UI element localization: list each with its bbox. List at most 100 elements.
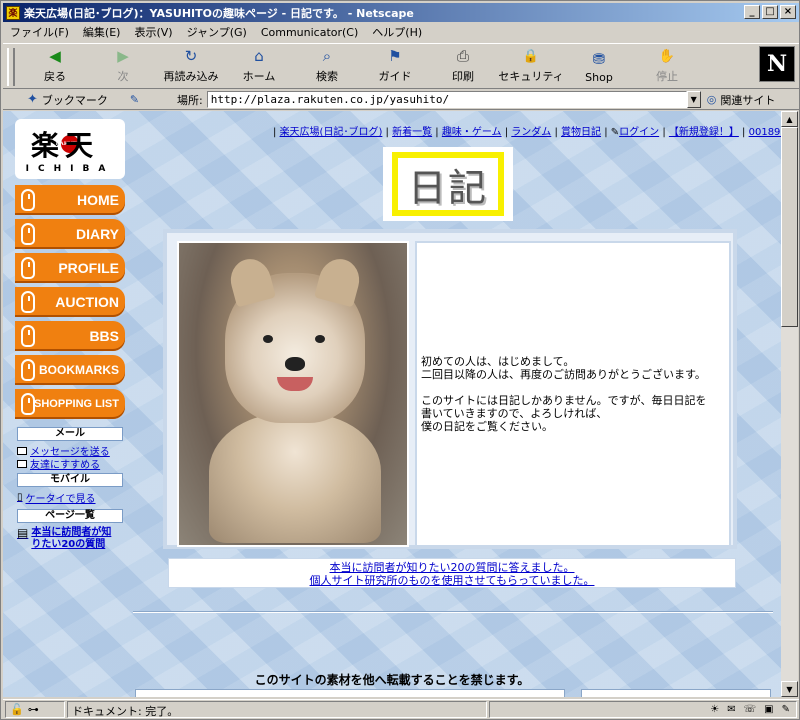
netscape-logo[interactable]: N bbox=[759, 46, 795, 82]
visitor-counter: 001893 bbox=[748, 127, 781, 138]
pages-section-heading: ページ一覧 bbox=[17, 509, 123, 523]
home-button[interactable]: ⌂ ホーム bbox=[225, 44, 293, 88]
mouse-icon bbox=[21, 189, 35, 211]
address-book-icon[interactable]: ▣ bbox=[764, 704, 773, 715]
vertical-scrollbar[interactable]: ▲ ▼ bbox=[781, 111, 798, 697]
forward-arrow-icon: ▶ bbox=[117, 47, 129, 65]
mouse-icon bbox=[21, 359, 35, 381]
intro-panel: 初めての人は、はじめまして。 二回目以降の人は、再度のご訪問ありがとうございます… bbox=[163, 229, 737, 549]
mobile-view-link[interactable]: ▯ ケータイで見る bbox=[17, 490, 96, 505]
back-button[interactable]: ◀ 戻る bbox=[21, 44, 89, 88]
url-input[interactable]: http://plaza.rakuten.co.jp/yasuhito/ bbox=[206, 91, 687, 108]
url-dropdown-button[interactable]: ▼ bbox=[686, 91, 701, 108]
nav-bbs-button[interactable]: BBS bbox=[15, 321, 125, 351]
mouse-icon bbox=[21, 257, 35, 279]
top-link-register[interactable]: 【新規登録！】 bbox=[669, 127, 739, 138]
shop-button[interactable]: ⛃ Shop bbox=[565, 44, 633, 88]
composer-icon[interactable]: ✎ bbox=[782, 704, 790, 715]
menu-view[interactable]: 表示(V) bbox=[127, 24, 179, 40]
window-title: 楽天広場(日記･ブログ)：YASUHITOの趣味ページ - 日記です。 - Ne… bbox=[24, 6, 414, 20]
divider bbox=[133, 611, 773, 613]
stop-button[interactable]: ✋ 停止 bbox=[633, 44, 701, 88]
arrow-up-icon: ▲ bbox=[786, 114, 793, 124]
location-icon: ✎ bbox=[129, 93, 140, 106]
mail-icon bbox=[17, 446, 27, 455]
mail-icon[interactable]: ✉ bbox=[727, 704, 735, 715]
mouse-icon bbox=[21, 325, 35, 347]
research-site-link[interactable]: 個人サイト研究所のものを使用させてもらっていました。 bbox=[310, 574, 595, 587]
location-label: 場所: bbox=[177, 93, 203, 107]
logo-subtext: ICHIBA bbox=[25, 164, 115, 174]
nav-profile-button[interactable]: PROFILE bbox=[15, 253, 125, 283]
recommend-friend-link[interactable]: 友達にすすめる bbox=[17, 456, 100, 471]
diary-title: 日記 bbox=[392, 152, 504, 216]
mobile-phone-icon: ▯ bbox=[17, 492, 23, 503]
maximize-button[interactable]: □ bbox=[762, 5, 778, 19]
nav-shopping-list-button[interactable]: SHOPPING LIST bbox=[15, 389, 125, 419]
mouse-icon bbox=[21, 223, 35, 245]
back-arrow-icon: ◀ bbox=[49, 47, 61, 65]
top-link-prize[interactable]: 賞物日記 bbox=[561, 127, 601, 138]
forward-button[interactable]: ▶ 次 bbox=[89, 44, 157, 88]
rakuten-logo[interactable]: 楽 RAKUTEN 天 ICHIBA bbox=[15, 119, 125, 179]
logo-kanji-right: 天 bbox=[65, 129, 110, 162]
status-text: ドキュメント: 完了。 bbox=[67, 701, 487, 718]
navigator-icon[interactable]: ☀ bbox=[710, 704, 719, 715]
guide-button[interactable]: ⚑ ガイド bbox=[361, 44, 429, 88]
page-icon: ▤ bbox=[17, 526, 29, 540]
security-button[interactable]: 🔒 セキュリティ bbox=[497, 44, 565, 88]
menu-help[interactable]: ヘルプ(H) bbox=[365, 24, 429, 40]
menu-communicator[interactable]: Communicator(C) bbox=[254, 26, 365, 39]
dog-body bbox=[209, 413, 381, 543]
top-link-plaza[interactable]: 楽天広場(日記･ブログ) bbox=[280, 127, 383, 138]
reload-button[interactable]: ↻ 再読み込み bbox=[157, 44, 225, 88]
minimize-button[interactable]: _ bbox=[744, 5, 760, 19]
diary-title-image: 日記 bbox=[383, 147, 513, 221]
component-bar: ☀ ✉ ☏ ▣ ✎ bbox=[489, 701, 797, 718]
menu-go[interactable]: ジャンプ(G) bbox=[180, 24, 254, 40]
security-icon: 🔓 bbox=[10, 703, 24, 716]
scroll-up-button[interactable]: ▲ bbox=[781, 111, 798, 127]
toolbar-grip[interactable] bbox=[7, 48, 15, 86]
search-icon: ⌕ bbox=[322, 47, 332, 65]
top-link-hobby[interactable]: 趣味・ゲーム bbox=[442, 127, 502, 138]
scroll-down-button[interactable]: ▼ bbox=[781, 681, 798, 697]
top-link-new[interactable]: 新着一覧 bbox=[392, 127, 432, 138]
menu-file[interactable]: ファイル(F) bbox=[3, 24, 76, 40]
browser-window: 楽 楽天広場(日記･ブログ)：YASUHITOの趣味ページ - 日記です。 - … bbox=[0, 0, 800, 720]
scroll-thumb[interactable] bbox=[781, 127, 798, 327]
page-viewport[interactable]: 楽 RAKUTEN 天 ICHIBA HOME DIARY PROFILE AU… bbox=[3, 111, 781, 697]
mouse-icon bbox=[21, 393, 35, 415]
bookmarks-button[interactable]: ✦ ブックマーク ✎ bbox=[27, 92, 177, 108]
bottom-panel-left bbox=[135, 689, 565, 697]
shop-icon: ⛃ bbox=[592, 50, 606, 68]
top-link-random[interactable]: ランダム bbox=[511, 127, 551, 138]
pencil-icon: ✎ bbox=[610, 127, 620, 138]
status-bar: 🔓 ⊶ ドキュメント: 完了。 ☀ ✉ ☏ ▣ ✎ bbox=[3, 699, 799, 719]
print-button[interactable]: ⎙ 印刷 bbox=[429, 44, 497, 88]
stop-icon: ✋ bbox=[658, 48, 676, 64]
connection-indicator[interactable]: 🔓 ⊶ bbox=[5, 701, 65, 718]
nav-bookmarks-button[interactable]: BOOKMARKS bbox=[15, 355, 125, 385]
top-link-login[interactable]: ログイン bbox=[619, 127, 659, 138]
twenty-questions-answer-link[interactable]: 本当に訪問者が知りたい20の質問に答えました。 bbox=[330, 561, 575, 574]
nav-home-button[interactable]: HOME bbox=[15, 185, 125, 215]
mouse-icon bbox=[21, 291, 35, 313]
bookmark-icon: ✦ bbox=[27, 92, 38, 107]
nav-auction-button[interactable]: AUCTION bbox=[15, 287, 125, 317]
twenty-questions-link[interactable]: ▤ 本当に訪問者が知 りたい20の質問 bbox=[17, 527, 111, 551]
close-button[interactable]: × bbox=[780, 5, 796, 19]
menu-bar: ファイル(F) 編集(E) 表示(V) ジャンプ(G) Communicator… bbox=[3, 23, 799, 41]
related-sites-button[interactable]: ◎ 関連サイト bbox=[707, 92, 776, 108]
nav-diary-button[interactable]: DIARY bbox=[15, 219, 125, 249]
newsgroup-icon[interactable]: ☏ bbox=[744, 704, 757, 715]
arrow-down-icon: ▼ bbox=[786, 684, 793, 694]
question-link-box: 本当に訪問者が知りたい20の質問に答えました。 個人サイト研究所のものを使用させ… bbox=[168, 558, 736, 588]
intro-text-cell: 初めての人は、はじめまして。 二回目以降の人は、再度のご訪問ありがとうございます… bbox=[415, 241, 731, 547]
title-bar[interactable]: 楽 楽天広場(日記･ブログ)：YASUHITOの趣味ページ - 日記です。 - … bbox=[3, 3, 799, 22]
plug-icon: ⊶ bbox=[27, 703, 39, 716]
search-button[interactable]: ⌕ 検索 bbox=[293, 44, 361, 88]
mobile-section-heading: モバイル bbox=[17, 473, 123, 487]
menu-edit[interactable]: 編集(E) bbox=[76, 24, 128, 40]
dog-face bbox=[225, 254, 365, 423]
